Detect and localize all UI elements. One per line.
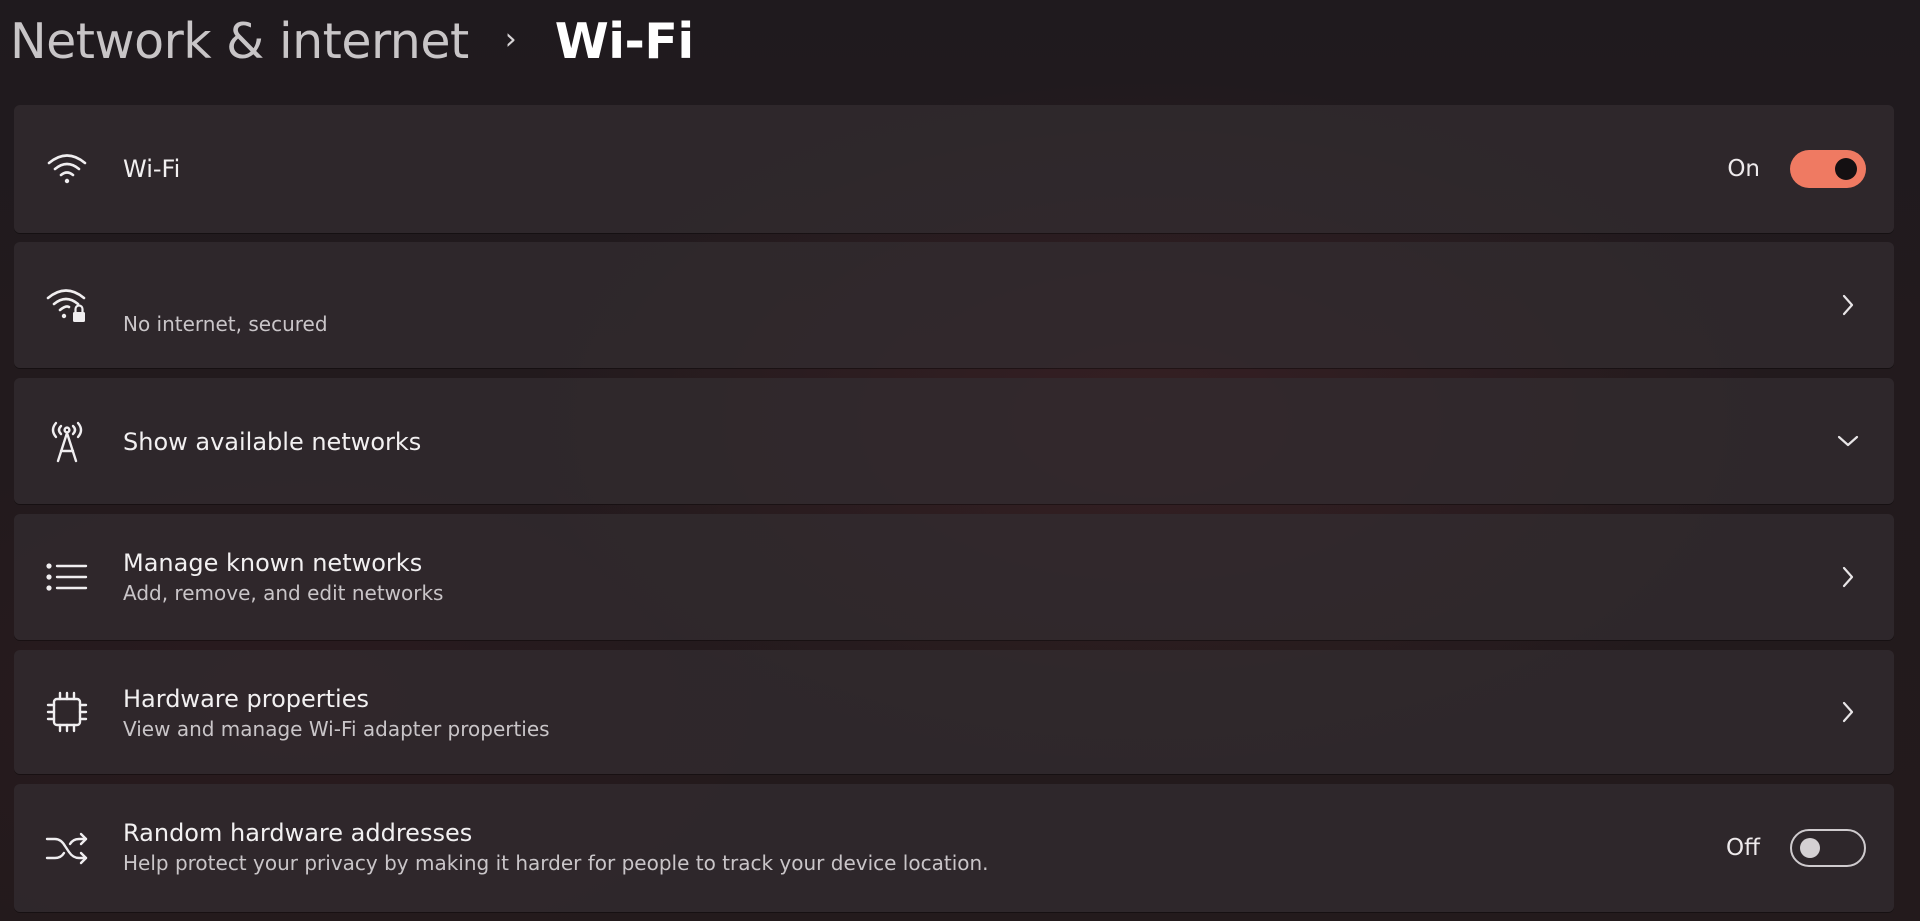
chevron-right-icon	[1836, 565, 1860, 589]
random-addresses-toggle-group: Off	[1726, 829, 1866, 867]
connection-status: No internet, secured	[123, 312, 328, 336]
chevron-right-icon	[1836, 700, 1860, 724]
breadcrumb-network-internet[interactable]: Network & internet	[10, 13, 469, 70]
chip-icon	[44, 689, 90, 735]
random-addresses-toggle-label: Off	[1726, 835, 1760, 861]
hardware-properties-subtitle: View and manage Wi-Fi adapter properties	[123, 717, 550, 741]
hardware-properties-card[interactable]: Hardware properties View and manage Wi-F…	[14, 650, 1894, 774]
shuffle-icon	[44, 825, 90, 871]
show-available-networks-card[interactable]: Show available networks	[14, 378, 1894, 504]
wifi-toggle-knob	[1835, 158, 1857, 180]
connection-card[interactable]: No internet, secured	[14, 242, 1894, 368]
breadcrumb: Network & internet › Wi-Fi	[10, 6, 694, 76]
breadcrumb-separator: ›	[504, 21, 517, 57]
manage-known-networks-card[interactable]: Manage known networks Add, remove, and e…	[14, 514, 1894, 640]
wifi-title: Wi-Fi	[123, 155, 181, 183]
show-available-networks-title: Show available networks	[123, 428, 422, 456]
wifi-toggle[interactable]	[1790, 150, 1866, 188]
random-addresses-toggle-knob	[1800, 838, 1820, 858]
manage-known-networks-subtitle: Add, remove, and edit networks	[123, 581, 444, 605]
wifi-toggle-group: On	[1727, 150, 1866, 188]
manage-known-networks-title: Manage known networks	[123, 549, 423, 577]
random-hardware-addresses-card: Random hardware addresses Help protect y…	[14, 784, 1894, 912]
antenna-icon	[44, 418, 90, 464]
random-addresses-toggle[interactable]	[1790, 829, 1866, 867]
wifi-toggle-label: On	[1727, 156, 1760, 182]
wifi-card: Wi-Fi On	[14, 105, 1894, 233]
wifi-icon	[44, 146, 90, 192]
list-icon	[44, 554, 90, 600]
random-hardware-addresses-title: Random hardware addresses	[123, 819, 473, 847]
chevron-down-icon[interactable]	[1836, 429, 1860, 453]
wifi-lock-icon	[44, 282, 90, 328]
page-title: Wi-Fi	[554, 12, 694, 70]
random-hardware-addresses-subtitle: Help protect your privacy by making it h…	[123, 851, 989, 875]
hardware-properties-title: Hardware properties	[123, 685, 369, 713]
chevron-right-icon	[1836, 293, 1860, 317]
